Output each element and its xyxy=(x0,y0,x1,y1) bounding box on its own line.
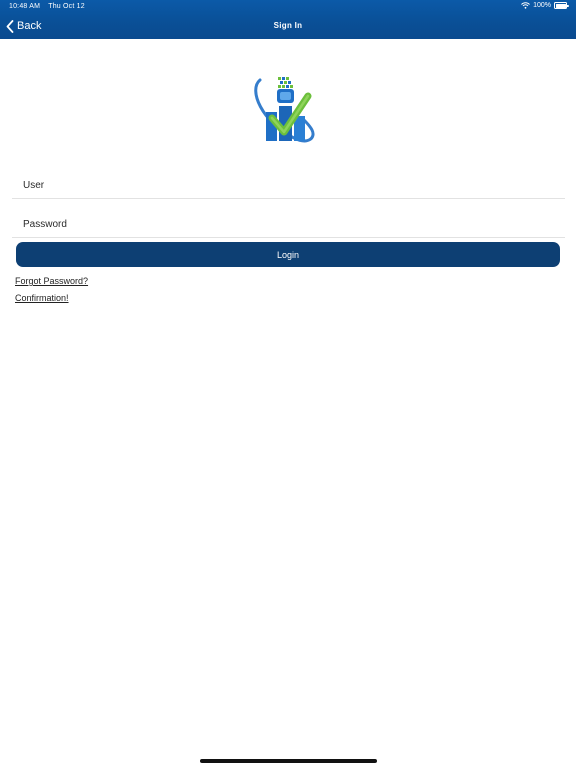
forgot-password-link[interactable]: Forgot Password? xyxy=(15,276,88,286)
home-indicator xyxy=(200,759,377,763)
page-title: Sign In xyxy=(273,21,303,30)
password-field[interactable] xyxy=(12,210,565,238)
status-bar-left: 10:48 AM Thu Oct 12 xyxy=(9,3,91,10)
battery-percentage: 100% xyxy=(533,2,551,9)
status-bar-right: 100% xyxy=(521,2,569,9)
top-navigation-bar: 10:48 AM Thu Oct 12 100% Back Sign In xyxy=(0,0,576,39)
confirmation-link[interactable]: Confirmation! xyxy=(15,293,69,303)
battery-icon xyxy=(554,2,569,9)
app-logo xyxy=(254,77,315,143)
user-field[interactable] xyxy=(12,171,565,199)
status-time: 10:48 AM xyxy=(9,3,41,10)
status-date: Thu Oct 12 xyxy=(48,3,85,10)
wifi-icon xyxy=(521,2,530,9)
user-input[interactable] xyxy=(12,171,565,199)
password-input[interactable] xyxy=(12,210,565,238)
login-button[interactable]: Login xyxy=(16,242,560,267)
